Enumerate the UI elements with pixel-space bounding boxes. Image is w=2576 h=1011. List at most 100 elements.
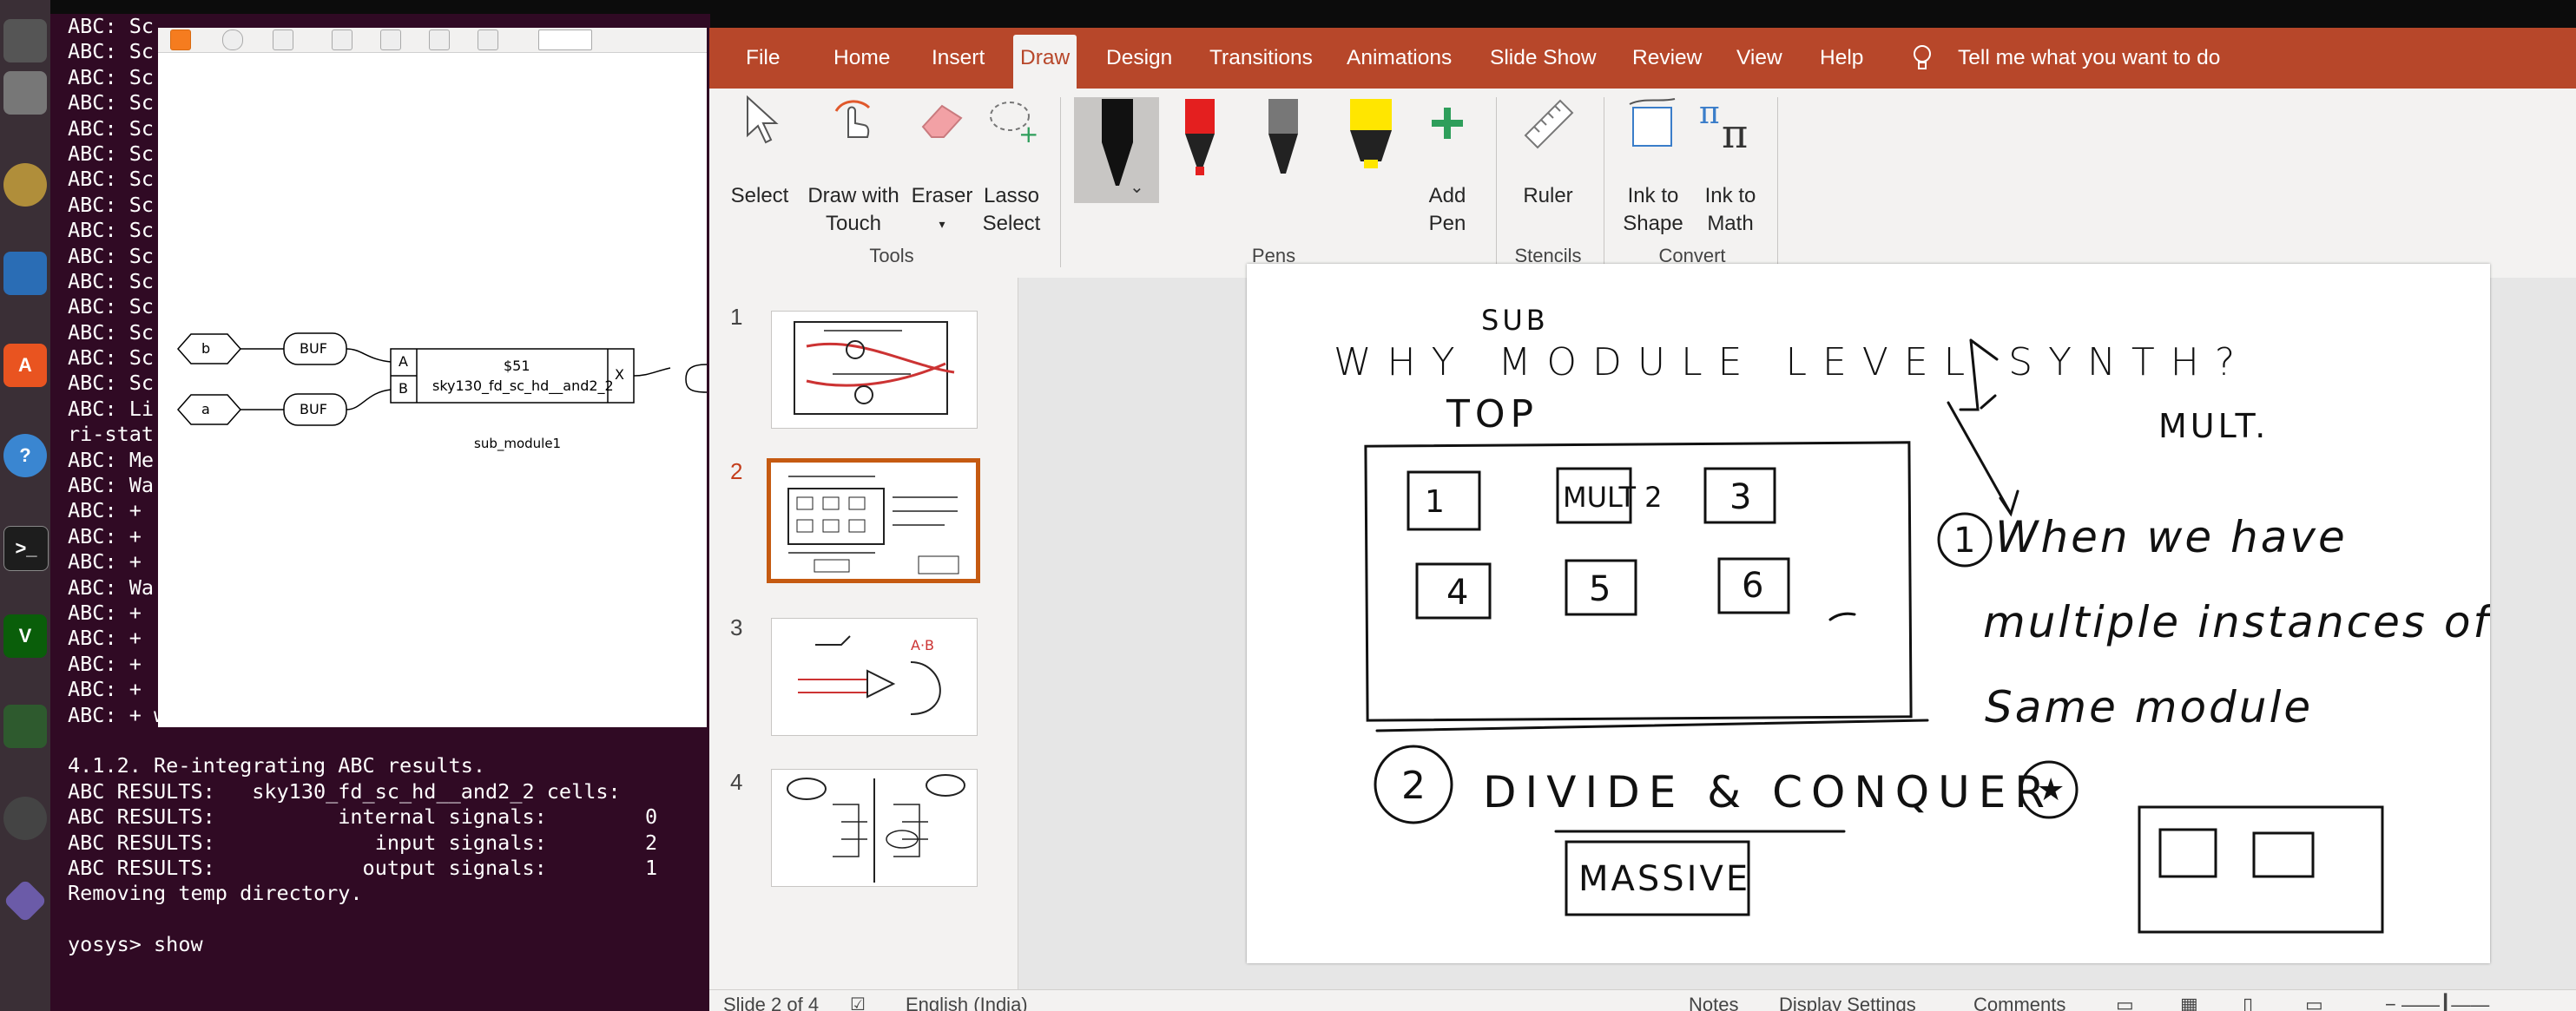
red-pen-icon[interactable] [1178,99,1222,194]
terminal-line: 4.1.2. Re-integrating ABC results. [68,753,486,778]
svg-text:+: + [1018,120,1038,148]
yellow-highlighter-icon[interactable] [1345,99,1397,194]
eraser-dropdown-icon[interactable]: ▾ [909,210,975,238]
lasso-label-1: Lasso [983,184,1040,207]
slide-thumbnail-1[interactable] [771,311,978,429]
lasso-select-icon: + [990,102,1038,148]
gray-pen-icon[interactable] [1262,99,1305,194]
draw-with-touch-button[interactable]: Draw with Touch [800,182,907,238]
svg-text:⌄: ⌄ [1130,176,1143,197]
drive-icon[interactable] [3,71,47,115]
slide-text-top: TOP [1446,392,1538,437]
thumbnail-sketch [787,476,959,574]
tools-group-label: Tools [869,245,914,266]
tab-help[interactable]: Help [1820,28,1863,89]
slide-canvas[interactable]: SUB WHY MODULE LEVEL SYNTH? TOP MULT. 1 … [1247,264,2490,963]
ink-to-math-button[interactable]: Ink to Math [1694,182,1767,238]
ribbon-separator [1496,97,1497,267]
ink-to-shape-button[interactable]: Ink to Shape [1616,182,1690,238]
slide-point1-line3: Same module [1985,682,2313,732]
pin-x-label: X [615,366,624,383]
add-pen-button[interactable]: Add Pen [1411,182,1484,238]
language-indicator[interactable]: English (India) [906,990,1028,1011]
software-center-icon[interactable]: A [3,344,47,387]
svg-text:A·B: A·B [911,637,934,653]
draw-with-touch-label-1: Draw with [807,184,899,207]
lasso-select-button[interactable]: Lasso Select [977,182,1046,238]
slide-thumbnail-4[interactable] [771,769,978,887]
tab-transitions[interactable]: Transitions [1209,28,1313,89]
slide-text-sub: SUB [1481,304,1549,337]
thumbnail-sketch [794,321,955,415]
app-diamond-icon[interactable] [3,878,48,923]
slide-sorter-icon[interactable]: ▦ [2180,990,2198,1011]
thumb-number-3: 3 [730,614,743,640]
notes-button[interactable]: Notes [1689,990,1738,1011]
rhythmbox-icon[interactable] [3,163,47,207]
tab-review[interactable]: Review [1632,28,1702,89]
thumb-number-4: 4 [730,769,743,795]
terminal-icon[interactable]: >_ [3,526,49,571]
writer-icon[interactable] [3,252,47,295]
cell-type-label: sky130_fd_sc_hd__and2_2 [432,377,614,394]
slide-point1-number: 1 [1953,521,1975,561]
files-icon[interactable] [3,19,47,62]
slide-thumbnail-pane: 1 2 3 A·B 4 [709,278,1018,1011]
waveform-viewer-icon[interactable] [3,705,47,748]
tell-me-box[interactable]: Tell me what you want to do [1958,28,2220,89]
vim-icon[interactable]: V [3,614,47,658]
module-name-label: sub_module1 [474,436,562,451]
slide-counter: Slide 2 of 4 [723,994,820,1011]
tab-slide-show[interactable]: Slide Show [1490,28,1597,89]
slide-star-icon: ★ [2037,772,2065,808]
ribbon-separator [1777,97,1778,267]
slide-point2-text: DIVIDE & CONQUER [1483,767,2053,817]
zoom-slider[interactable]: − ——┃—— [2385,990,2489,1011]
black-pen-icon[interactable]: ⌄ [1091,99,1143,203]
tab-insert[interactable]: Insert [932,28,985,89]
ink-to-math-icon: π π [1699,95,1748,154]
slide-show-icon[interactable]: ▭ [2305,990,2323,1011]
tab-file[interactable]: File [746,28,780,89]
updater-icon[interactable] [3,797,47,840]
terminal-line: ABC RESULTS: input signals: 2 [68,830,658,855]
spellcheck-icon[interactable]: ☑ [850,990,866,1011]
slide-box-5: 5 [1589,569,1611,609]
tab-home[interactable]: Home [833,28,890,89]
thumb-number-1: 1 [730,304,743,330]
thumbnail-sketch [787,774,965,883]
help-icon[interactable]: ? [3,434,47,477]
slide-box-4: 4 [1446,573,1468,613]
lasso-label-2: Select [982,212,1041,235]
ruler-button[interactable]: Ruler [1512,182,1584,210]
status-bar: Slide 2 of 4 ☑ English (India) Notes Dis… [709,989,2576,1011]
display-settings-button[interactable]: Display Settings [1779,990,1916,1011]
ribbon-tabs: File Home Insert Draw Design Transitions… [709,28,2576,89]
slide-massive-label: MASSIVE [1578,859,1750,899]
ribbon-separator [1060,97,1061,267]
comments-button[interactable]: Comments [1973,990,2065,1011]
slide-thumbnail-3[interactable]: A·B [771,618,978,736]
terminal-line: yosys> show [68,932,203,957]
buf2-label: BUF [300,401,327,417]
select-button[interactable]: Select [723,182,796,210]
add-pen-label-1: Add [1428,184,1466,207]
tab-draw[interactable]: Draw [1013,35,1077,89]
port-a-label: a [201,401,210,417]
slide-thumbnail-2[interactable] [767,458,980,583]
normal-view-icon[interactable]: ▭ [2116,990,2134,1011]
xdot-graph-window[interactable]: b a BUF BUF A B $51 sky130_fd_sc_hd__and… [158,28,707,727]
ink-to-math-label-1: Ink to [1704,184,1756,207]
slide-text-mult: MULT. [2158,407,2269,445]
slide-box-2: MULT 2 [1563,481,1663,514]
reading-view-icon[interactable]: ▯ [2243,990,2253,1011]
cell-id-label: $51 [504,358,530,374]
tab-view[interactable]: View [1736,28,1782,89]
tab-design[interactable]: Design [1106,28,1172,89]
eraser-label: Eraser [911,184,973,207]
tab-animations[interactable]: Animations [1347,28,1452,89]
pin-a-label: A [399,353,408,370]
eraser-button[interactable]: Eraser ▾ [909,182,975,238]
